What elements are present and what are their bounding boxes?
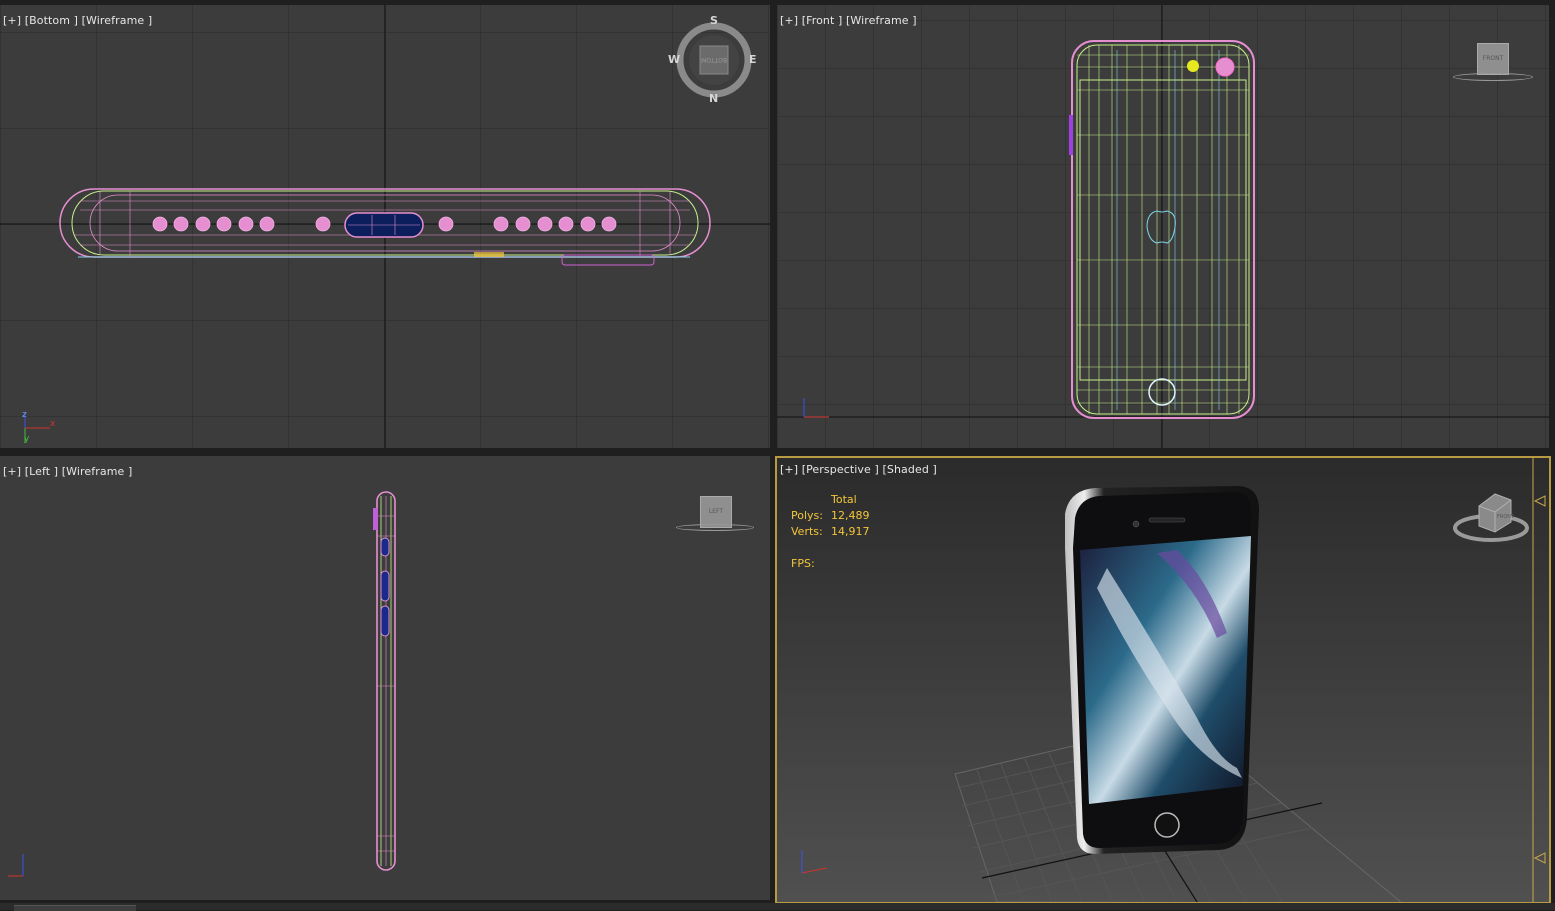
viewport-label[interactable]: [+] [Bottom ] [Wireframe ] [3, 14, 152, 27]
cube-face-label: LEFT [708, 508, 724, 515]
cube-face-label: FRONT [1497, 514, 1515, 520]
polys-value: 12,489 [831, 509, 870, 522]
view-cube[interactable]: FRONT [1449, 43, 1535, 87]
viewport-label[interactable]: [+] [Left ] [Wireframe ] [3, 465, 132, 478]
cube-ring[interactable] [1453, 73, 1533, 81]
cube-graphic [1453, 493, 1529, 542]
viewport-front[interactable]: [+] [Front ] [Wireframe ] FRONT [777, 5, 1549, 448]
polys-label: Polys: [791, 509, 823, 522]
cube-ring[interactable] [676, 524, 754, 531]
phone-side-wireframe [373, 491, 396, 871]
axis-z-label: z [22, 410, 27, 420]
axis-tripod [8, 854, 24, 877]
compass-west-label: W [668, 53, 681, 66]
viewport-label[interactable]: [+] [Front ] [Wireframe ] [780, 14, 917, 27]
viewport-bottom[interactable]: [+] [Bottom ] [Wireframe ] z x y S N W E… [0, 5, 770, 448]
view-cube[interactable]: FRONT [1453, 488, 1533, 550]
bottom-viewport-canvas [0, 5, 770, 448]
viewport-perspective[interactable]: [+] [Perspective ] [Shaded ] Total Polys… [775, 456, 1551, 904]
viewport-label[interactable]: [+] [Perspective ] [Shaded ] [780, 463, 937, 476]
verts-label: Verts: [791, 525, 823, 538]
front-viewport-canvas [777, 5, 1549, 448]
timeline-slider[interactable] [14, 905, 136, 911]
left-viewport-canvas [8, 491, 396, 877]
phone-model [1065, 486, 1259, 854]
status-strip [0, 903, 1555, 911]
statistics-overlay: Total Polys: 12,489 Verts: 14,917 FPS: [791, 492, 870, 572]
cube-face-label: FRONT [1482, 55, 1504, 62]
axis-tripod [803, 398, 829, 418]
view-cube[interactable]: LEFT [674, 494, 760, 534]
axis-x-label: x [50, 419, 56, 429]
compass-east-label: E [749, 53, 757, 66]
compass-face-label: BOTTOM [701, 56, 727, 63]
perspective-viewport-canvas [801, 458, 1546, 902]
viewport-left[interactable]: [+] [Left ] [Wireframe ] LEFT [0, 456, 770, 900]
compass-south-label: N [709, 92, 719, 105]
cube-face[interactable]: FRONT [1477, 43, 1509, 75]
verts-value: 14,917 [831, 525, 870, 538]
fps-label: FPS: [791, 557, 815, 570]
view-compass[interactable]: S N W E BOTTOM [668, 14, 757, 105]
stats-header: Total [831, 493, 857, 506]
axis-tripod [801, 850, 828, 874]
compass-north-label: S [710, 14, 718, 27]
axis-y-label: y [24, 434, 30, 444]
